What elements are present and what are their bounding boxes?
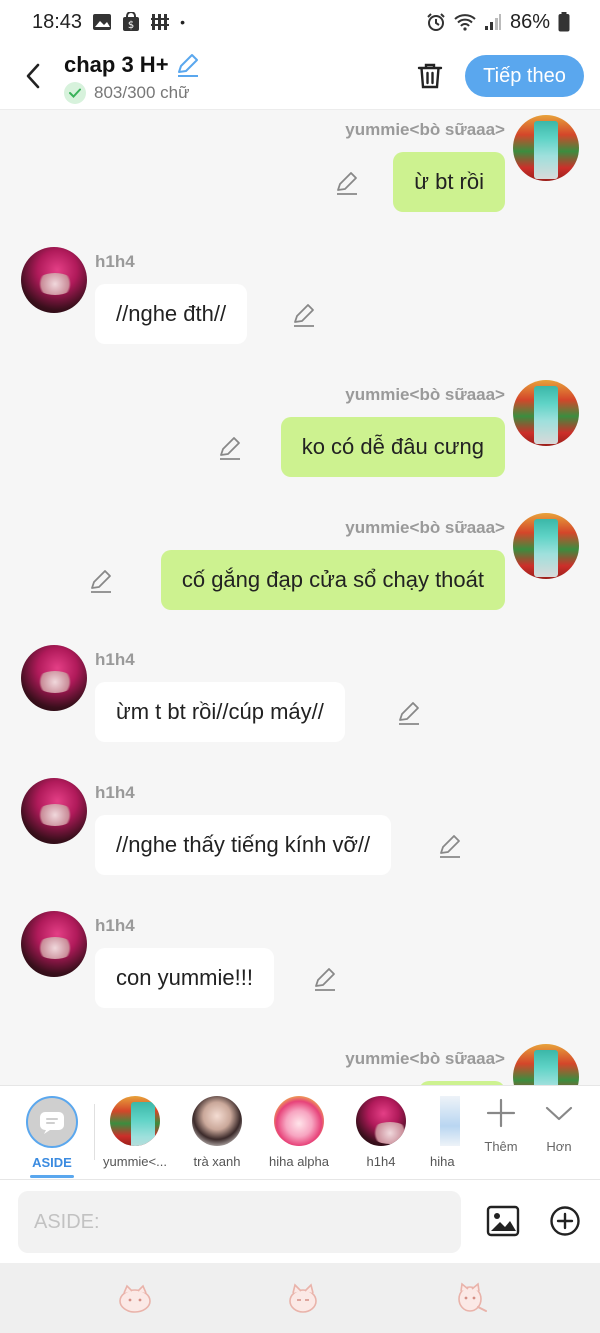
pencil-icon — [91, 570, 111, 593]
avatar — [110, 1096, 160, 1146]
pencil-icon — [337, 172, 357, 195]
message-icon — [40, 1112, 64, 1134]
avatar[interactable] — [21, 247, 87, 313]
sender-name: yummie<bò sữaaa> — [345, 1049, 505, 1068]
selected-indicator — [30, 1175, 74, 1178]
edit-message-button[interactable] — [437, 833, 463, 859]
message-bubble[interactable]: cố gắng đạp cửa sổ chạy thoát — [160, 550, 505, 610]
edit-title-button[interactable] — [175, 52, 201, 78]
sender-name: yummie<bò sữaaa> — [345, 518, 505, 537]
page-title: chap 3 H+ — [64, 52, 169, 77]
signal-icon — [484, 14, 501, 30]
image-icon — [486, 1205, 520, 1237]
check-icon — [64, 82, 86, 104]
aside-button[interactable] — [26, 1096, 78, 1148]
aside-input[interactable] — [18, 1191, 461, 1253]
pencil-icon — [315, 968, 335, 991]
title-block: chap 3 H+ 803/300 chữ — [64, 52, 201, 104]
add-button[interactable] — [546, 1202, 584, 1240]
chat-area[interactable]: yummie<bò sữaaa> ừ bt rồi h1h4 //nghe đt… — [0, 110, 600, 1085]
character-label: hiha alpha — [269, 1154, 329, 1169]
character-label: trà xanh — [193, 1154, 241, 1169]
grid-app-icon — [151, 14, 170, 30]
character-hiha-alpha[interactable]: hiha alpha — [258, 1094, 340, 1169]
character-hiha[interactable]: hiha — [412, 1094, 472, 1169]
trash-icon — [417, 63, 443, 89]
wifi-icon — [454, 14, 476, 31]
more-characters-button[interactable]: Thêm — [476, 1098, 526, 1154]
sender-name: h1h4 — [95, 783, 135, 802]
alarm-icon — [427, 13, 445, 31]
more-label: Thêm — [484, 1139, 518, 1154]
battery-icon — [558, 12, 570, 32]
avatar[interactable] — [513, 1044, 579, 1085]
plus-icon — [486, 1098, 516, 1128]
avatar — [356, 1096, 406, 1146]
pencil-icon — [399, 702, 419, 725]
sender-name: h1h4 — [95, 252, 135, 271]
edit-message-button[interactable] — [334, 170, 360, 196]
image-button[interactable] — [484, 1202, 522, 1240]
sender-name: h1h4 — [95, 650, 135, 669]
pencil-icon — [177, 54, 198, 77]
avatar — [192, 1096, 242, 1146]
collapse-button[interactable]: Hơn — [534, 1098, 584, 1154]
svg-text:$: $ — [128, 20, 134, 31]
pencil-icon — [220, 437, 240, 460]
avatar — [440, 1096, 460, 1146]
avatar[interactable] — [21, 645, 87, 711]
message-bubble[interactable]: ừ bt rồi — [393, 152, 505, 212]
chevron-left-icon — [26, 63, 40, 89]
pencil-icon — [294, 304, 314, 327]
sender-name: yummie<bò sữaaa> — [345, 120, 505, 139]
character-bar: ASIDE yummie<... trà xanh hiha alpha h1h… — [0, 1085, 600, 1179]
cat-sticker-icon[interactable] — [452, 1281, 490, 1315]
avatar[interactable] — [21, 911, 87, 977]
gallery-icon — [93, 14, 112, 30]
character-label: hiha — [430, 1154, 455, 1169]
status-bar: 18:43 $ • 86% — [0, 0, 600, 44]
header: chap 3 H+ 803/300 chữ Tiếp theo — [0, 44, 600, 110]
shopping-bag-icon: $ — [123, 12, 140, 31]
message-bubble[interactable]: //nghe thấy tiếng kính vỡ// — [95, 815, 392, 875]
sender-name: yummie<bò sữaaa> — [345, 385, 505, 404]
message-bubble[interactable]: //nghe đth// — [95, 284, 248, 344]
avatar — [274, 1096, 324, 1146]
character-h1h4[interactable]: h1h4 — [340, 1094, 422, 1169]
pencil-icon — [440, 835, 460, 858]
word-count: 803/300 chữ — [94, 83, 190, 102]
back-button[interactable] — [18, 58, 48, 94]
avatar[interactable] — [21, 778, 87, 844]
aside-label: ASIDE — [32, 1155, 72, 1170]
battery-percent: 86% — [509, 10, 550, 33]
character-tra-xanh[interactable]: trà xanh — [176, 1094, 258, 1169]
sticker-bar — [0, 1263, 600, 1333]
input-area — [0, 1179, 600, 1263]
chevron-down-icon — [545, 1106, 573, 1121]
character-label: yummie<... — [103, 1154, 167, 1169]
character-yummie[interactable]: yummie<... — [94, 1094, 176, 1169]
next-button[interactable]: Tiếp theo — [465, 55, 584, 97]
avatar[interactable] — [513, 115, 579, 181]
edit-message-button[interactable] — [88, 568, 114, 594]
cat-sticker-icon[interactable] — [116, 1281, 154, 1315]
message-bubble[interactable]: ừm t bt rồi//cúp máy// — [95, 682, 345, 742]
status-time: 18:43 — [32, 10, 83, 33]
delete-button[interactable] — [412, 58, 448, 94]
edit-message-button[interactable] — [312, 966, 338, 992]
edit-message-button[interactable] — [396, 700, 422, 726]
edit-message-button[interactable] — [291, 302, 317, 328]
message-bubble[interactable]: con yummie!!! — [95, 948, 274, 1008]
avatar[interactable] — [513, 513, 579, 579]
plus-circle-icon — [550, 1206, 580, 1236]
message-bubble[interactable]: ko có dễ đâu cưng — [280, 417, 505, 477]
avatar[interactable] — [513, 380, 579, 446]
collapse-label: Hơn — [546, 1139, 572, 1154]
sender-name: h1h4 — [95, 916, 135, 935]
edit-message-button[interactable] — [217, 435, 243, 461]
status-dot: • — [180, 14, 185, 30]
character-label: h1h4 — [366, 1154, 396, 1169]
cat-sticker-icon[interactable] — [284, 1281, 322, 1315]
